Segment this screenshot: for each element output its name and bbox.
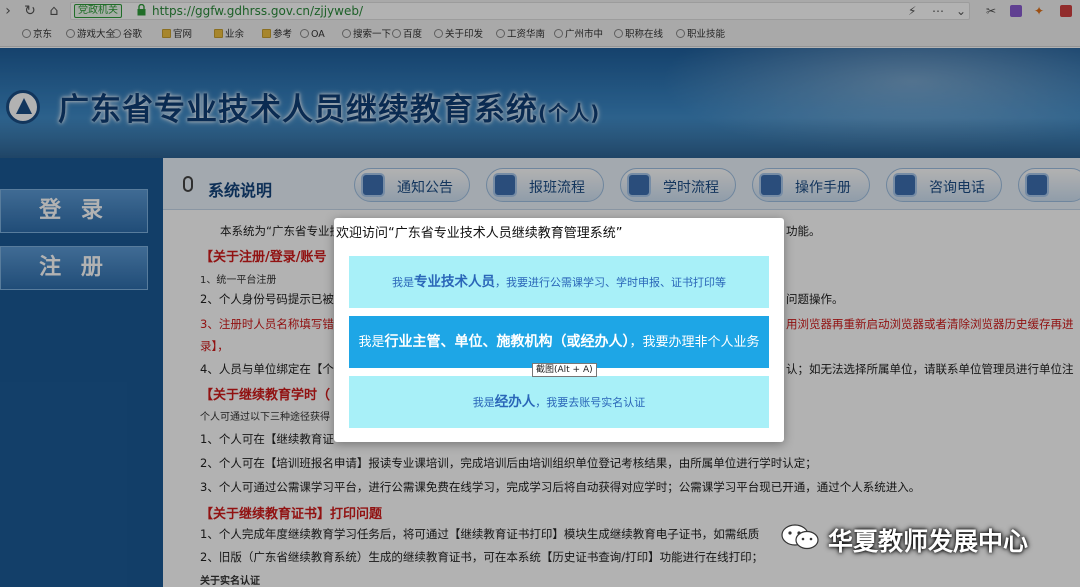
option-prefix: 我是 [472, 396, 495, 409]
option-desc: ，我要进行公需课学习、学时申报、证书打印等 [495, 276, 726, 289]
option-organization[interactable]: 我是行业主管、单位、施教机构（或经办人），我要办理非个人业务 [349, 316, 769, 368]
option-desc: ，我要办理非个人业务 [629, 335, 760, 350]
wechat-icon [781, 524, 819, 550]
option-desc: ，我要去账号实名认证 [535, 396, 646, 409]
screenshot-tooltip: 截图(Alt + A) [532, 363, 597, 377]
watermark-text: 华夏教师发展中心 [828, 527, 1029, 556]
option-agent[interactable]: 我是经办人，我要去账号实名认证 [349, 376, 769, 428]
option-role: 经办人 [494, 394, 536, 410]
option-prefix: 我是 [392, 276, 414, 289]
option-prefix: 我是 [358, 335, 385, 350]
option-professional[interactable]: 我是专业技术人员，我要进行公需课学习、学时申报、证书打印等 [349, 256, 769, 308]
role-select-dialog: 欢迎访问“广东省专业技术人员继续教育管理系统” 我是专业技术人员，我要进行公需课… [334, 218, 784, 442]
option-role: 专业技术人员 [414, 274, 495, 290]
dialog-title: 欢迎访问“广东省专业技术人员继续教育管理系统” [336, 226, 623, 241]
option-role: 行业主管、单位、施教机构（或经办人） [384, 334, 630, 350]
